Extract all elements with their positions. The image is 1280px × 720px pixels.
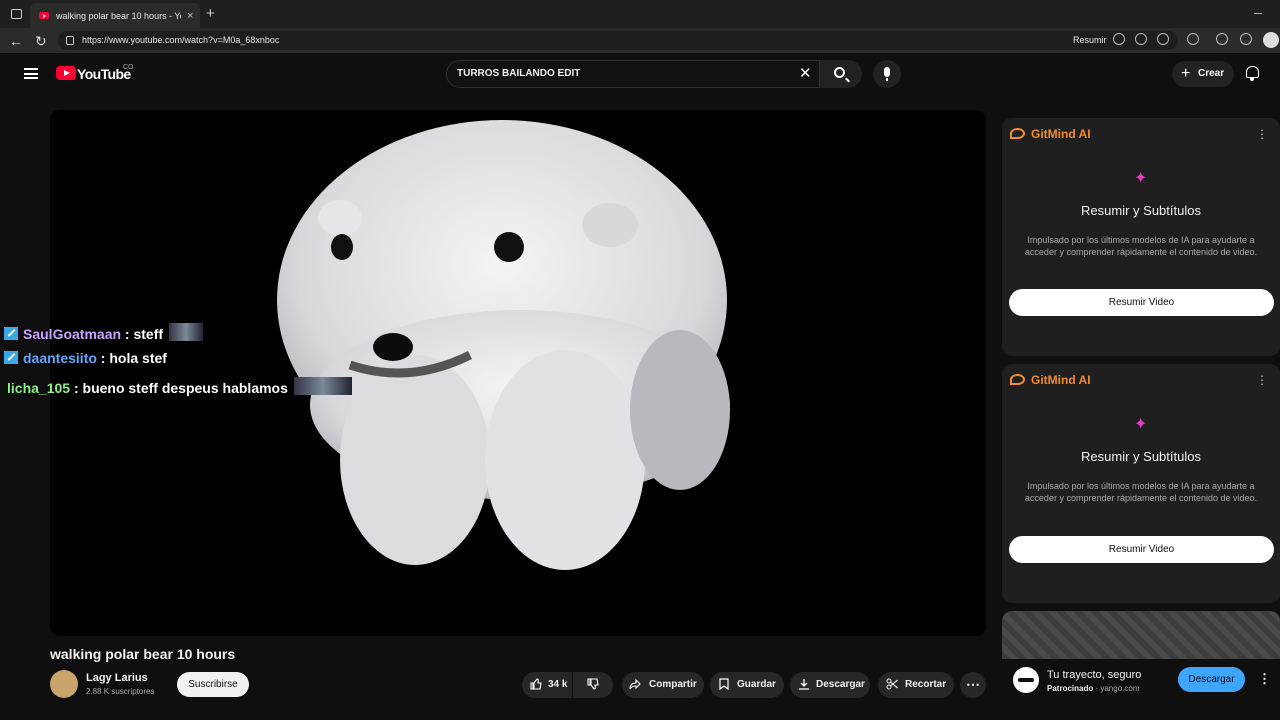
advertiser-logo[interactable] (1013, 667, 1039, 693)
sparkle-icon: ✦ (1134, 416, 1148, 433)
clip-label: Recortar (905, 679, 947, 690)
favorites-icon[interactable] (1240, 33, 1252, 45)
save-button[interactable]: Guardar (710, 672, 784, 698)
more-actions-button[interactable]: ⋯ (960, 672, 986, 698)
chat-emote (169, 323, 204, 341)
share-button[interactable]: Compartir (622, 672, 704, 698)
save-label: Guardar (737, 679, 776, 690)
back-arrow-icon[interactable]: ← (9, 33, 23, 49)
thumbs-down-icon (587, 678, 599, 690)
chat-emote (293, 377, 352, 395)
youtube-logo-icon[interactable] (56, 66, 76, 80)
youtube-favicon-icon (39, 12, 49, 19)
gitmind-brand: GitMind AI (1031, 373, 1091, 387)
ad-sponsor: Patrocinado · yango.com (1047, 684, 1140, 693)
gitmind-heading: Resumir y Subtítulos (1081, 449, 1201, 464)
collections-icon[interactable] (1216, 33, 1228, 45)
bookmark-icon (719, 678, 729, 690)
browser-profile-avatar[interactable] (1263, 32, 1279, 48)
sparkle-icon: ✦ (1134, 170, 1148, 187)
summarize-video-button[interactable]: Resumir Video (1009, 289, 1274, 316)
sponsored-label: Patrocinado (1047, 684, 1094, 693)
url-text: https://www.youtube.com/watch?v=M0a_68xn… (82, 35, 280, 45)
chat-badge-icon (4, 327, 18, 340)
polar-bear-frame (277, 120, 730, 570)
download-icon (799, 679, 809, 690)
chat-user: SaulGoatmaan (23, 326, 122, 342)
ad-banner-image[interactable] (1002, 611, 1280, 659)
gitmind-menu-icon[interactable]: ⋮ (1256, 373, 1268, 387)
ad-domain: yango.com (1100, 684, 1140, 693)
search-icon (834, 67, 845, 78)
download-button[interactable]: Descargar (790, 672, 870, 698)
create-button[interactable]: + Crear (1172, 61, 1234, 87)
gitmind-menu-icon[interactable]: ⋮ (1256, 127, 1268, 141)
chat-text: bueno steff despeus hablamos (82, 380, 288, 396)
gitmind-heading: Resumir y Subtítulos (1081, 203, 1201, 218)
chat-user: daantesiito (23, 350, 97, 366)
subscriber-count: 2.88 K suscriptores (86, 687, 155, 696)
voice-search-button[interactable] (873, 60, 901, 88)
gitmind-header: GitMind AI (1010, 127, 1091, 141)
gitmind-panel: GitMind AI ⋮ ✦ Resumir y Subtítulos Impu… (1002, 364, 1280, 603)
tab-actions-icon[interactable] (11, 9, 22, 19)
chat-text: hola stef (109, 350, 167, 366)
favorite-star-icon[interactable] (1157, 33, 1169, 45)
resumir-extension-label[interactable]: Resumir (1073, 35, 1107, 45)
chat-message: daantesiito : hola stef (4, 350, 167, 366)
gitmind-description: Impulsado por los últimos modelos de IA … (1024, 481, 1258, 503)
search-input[interactable]: TURROS BAILANDO EDIT (446, 60, 820, 88)
chat-message: licha_105 : bueno steff despeus hablamos (7, 377, 352, 396)
extension-icon[interactable] (1113, 33, 1125, 45)
like-count: 34 k (548, 679, 568, 690)
address-bar[interactable]: https://www.youtube.com/watch?v=M0a_68xn… (58, 31, 1178, 50)
browser-extensions-icon[interactable] (1187, 33, 1199, 45)
gitmind-logo-icon (1010, 374, 1025, 385)
share-page-icon[interactable] (1135, 33, 1147, 45)
ad-menu-icon[interactable]: ⋮ (1258, 671, 1271, 687)
video-player[interactable] (50, 110, 986, 636)
channel-avatar[interactable] (50, 670, 78, 698)
chat-text: steff (133, 326, 164, 342)
channel-name[interactable]: Lagy Larius (86, 672, 148, 684)
search-button[interactable] (820, 60, 862, 88)
gitmind-logo-icon (1010, 128, 1025, 139)
gitmind-header: GitMind AI (1010, 373, 1091, 387)
browser-tab[interactable]: walking polar bear 10 hours - You × (30, 3, 200, 28)
plus-icon: + (1181, 65, 1191, 82)
create-label: Crear (1198, 68, 1225, 79)
minimize-window-button[interactable] (1254, 13, 1262, 14)
subscribe-button[interactable]: Suscribirse (177, 672, 249, 697)
reload-icon[interactable]: ↻ (35, 33, 47, 50)
ad-title[interactable]: Tu trayecto, seguro (1047, 669, 1141, 681)
video-title: walking polar bear 10 hours (50, 646, 236, 662)
menu-icon[interactable] (24, 68, 38, 79)
country-code: CO (123, 64, 134, 71)
chat-badge-icon (4, 351, 18, 364)
tab-title: walking polar bear 10 hours - You (56, 10, 181, 21)
like-button[interactable]: 34 k (522, 672, 572, 698)
gitmind-panel: GitMind AI ⋮ ✦ Resumir y Subtítulos Impu… (1002, 118, 1280, 356)
chat-message: SaulGoatmaan : steff (4, 323, 204, 342)
share-arrow-icon (629, 678, 641, 690)
clear-search-icon[interactable]: ✕ (799, 64, 812, 82)
dislike-button[interactable] (573, 672, 613, 698)
download-label: Descargar (816, 679, 865, 690)
new-tab-button[interactable]: + (206, 5, 215, 22)
site-info-icon[interactable] (66, 36, 74, 45)
notifications-bell-icon[interactable] (1246, 66, 1259, 81)
gitmind-brand: GitMind AI (1031, 127, 1091, 141)
share-label: Compartir (649, 679, 697, 690)
scissors-icon (886, 678, 898, 690)
summarize-video-button[interactable]: Resumir Video (1009, 536, 1274, 563)
chat-user: licha_105 (7, 380, 71, 396)
thumbs-up-icon (530, 678, 542, 690)
clip-button[interactable]: Recortar (878, 672, 954, 698)
ad-download-button[interactable]: Descargar (1178, 667, 1245, 692)
gitmind-description: Impulsado por los últimos modelos de IA … (1024, 235, 1258, 257)
microphone-icon (884, 67, 890, 81)
tab-close-button[interactable]: × (187, 10, 193, 22)
